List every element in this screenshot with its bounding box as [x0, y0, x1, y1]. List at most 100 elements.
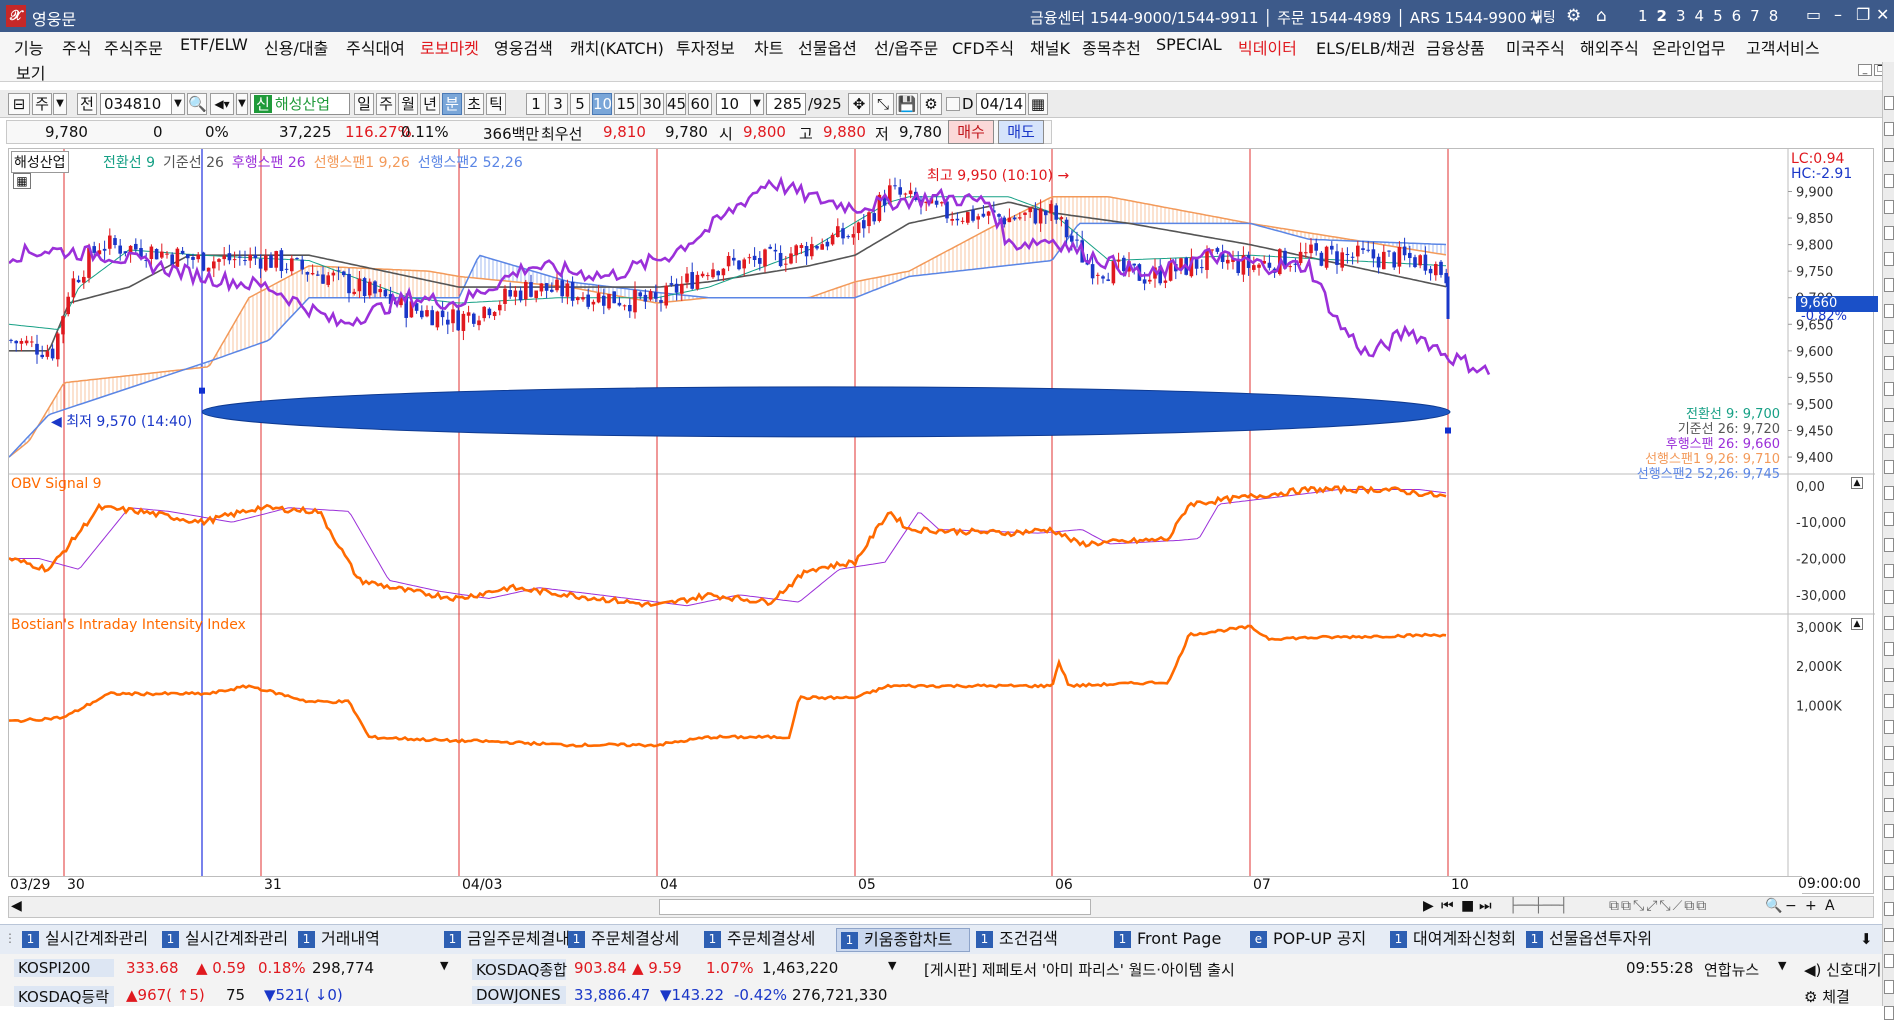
- layout-icon[interactable]: ⊟: [8, 93, 30, 115]
- side-tool-icon-14[interactable]: [1884, 460, 1894, 474]
- menu-item-17[interactable]: 빅데이터: [1238, 35, 1297, 59]
- side-tool-icon-15[interactable]: [1884, 486, 1894, 500]
- search-icon[interactable]: 🔍: [187, 93, 207, 115]
- window-tab-2[interactable]: 1 거래내역: [294, 928, 438, 952]
- menu-item-1[interactable]: 주식: [62, 35, 91, 59]
- period-button-6[interactable]: 틱: [486, 93, 506, 115]
- bii-close-icon[interactable]: ▲: [1851, 618, 1863, 630]
- type-all-button[interactable]: 전: [77, 93, 97, 115]
- menu-item-18[interactable]: ELS/ELB/채권: [1316, 35, 1415, 59]
- date-input[interactable]: 04/14: [976, 93, 1026, 115]
- menu-item-5[interactable]: 주식대여: [346, 35, 405, 59]
- menu-item-13[interactable]: CFD주식: [952, 35, 1014, 59]
- chart-scrollbar[interactable]: ◀ ▶ ⏮ ■ ⏭ ├──┼──┤ ⧉⧉⤡⤢⤡⟋⧉⧉ 🔍 − + A: [8, 896, 1874, 918]
- screen-number-8[interactable]: 8: [1769, 7, 1780, 25]
- menu-item-11[interactable]: 선물옵션: [798, 35, 857, 59]
- side-tool-icon-33[interactable]: [1884, 954, 1894, 968]
- interval-button-30[interactable]: 30: [640, 93, 664, 115]
- scroll-left-icon[interactable]: ◀: [11, 898, 22, 914]
- menu-item-21[interactable]: 해외주식: [1580, 35, 1639, 59]
- side-tool-icon-10[interactable]: [1884, 356, 1894, 370]
- news-dropdown-icon[interactable]: ▼: [1778, 959, 1786, 972]
- crosshair-icon[interactable]: ✥: [848, 93, 870, 115]
- save-icon[interactable]: 💾: [896, 93, 918, 115]
- side-tool-icon-21[interactable]: [1884, 642, 1894, 656]
- gear-icon[interactable]: ⚙: [1804, 988, 1817, 1006]
- side-tool-icon-16[interactable]: [1884, 512, 1894, 526]
- side-tool-icon-27[interactable]: [1884, 798, 1894, 812]
- screen-number-1[interactable]: 1: [1638, 7, 1649, 25]
- menu-item-0[interactable]: 기능: [14, 35, 43, 59]
- menu-item-6[interactable]: 로보마켓: [420, 35, 479, 59]
- screen-number-5[interactable]: 5: [1713, 7, 1724, 25]
- buy-button[interactable]: 매수: [948, 120, 994, 144]
- restore-icon[interactable]: ❐: [1856, 5, 1870, 24]
- stock-name-box[interactable]: 신 해성산업: [250, 93, 350, 115]
- drawing-tools-icon[interactable]: ⧉⧉⤡⤢⤡⟋⧉⧉: [1609, 898, 1708, 914]
- side-tool-icon-7[interactable]: [1884, 278, 1894, 292]
- menu-item-view[interactable]: 보기: [16, 60, 45, 84]
- chat-label[interactable]: 채팅: [1530, 7, 1556, 27]
- side-tool-icon-5[interactable]: [1884, 226, 1894, 240]
- last-page-icon[interactable]: ⏭: [1479, 898, 1492, 914]
- screen-number-2[interactable]: 2: [1657, 7, 1668, 25]
- side-tool-icon-19[interactable]: [1884, 590, 1894, 604]
- side-tool-icon-13[interactable]: [1884, 434, 1894, 448]
- side-tool-icon-32[interactable]: [1884, 928, 1894, 942]
- ticker-settings[interactable]: ⚙ 체결: [1804, 986, 1850, 1007]
- window-tab-9[interactable]: e POP-UP 공지: [1246, 928, 1384, 952]
- period-button-1[interactable]: 주: [376, 93, 396, 115]
- tabs-download-icon[interactable]: ⬇: [1860, 930, 1873, 948]
- settings-icon[interactable]: ⚙: [1566, 6, 1581, 26]
- window-tab-7[interactable]: 1 조건검색: [972, 928, 1108, 952]
- side-tool-icon-22[interactable]: [1884, 668, 1894, 682]
- menu-item-3[interactable]: ETF/ELW: [180, 35, 248, 54]
- zoom-in-icon[interactable]: +: [1805, 898, 1817, 914]
- window-tab-5[interactable]: 1 주문체결상세: [700, 928, 834, 952]
- side-tool-icon-25[interactable]: [1884, 746, 1894, 760]
- interval-button-3[interactable]: 3: [548, 93, 568, 115]
- chart-panel[interactable]: 9,9009,8509,8009,7509,7009,6509,6009,550…: [8, 148, 1878, 894]
- draw-tool-icon[interactable]: ⤡: [872, 93, 894, 115]
- data-count-input[interactable]: 285: [766, 93, 806, 115]
- menu-item-12[interactable]: 선/옵주문: [874, 35, 938, 59]
- minimize-icon[interactable]: –: [1834, 5, 1842, 24]
- menu-item-20[interactable]: 미국주식: [1506, 35, 1565, 59]
- window-tab-3[interactable]: 1 금일주문체결내: [440, 928, 570, 952]
- side-tool-icon-6[interactable]: [1884, 252, 1894, 266]
- text-tool-icon[interactable]: A: [1825, 898, 1835, 914]
- window-tab-0[interactable]: 1 실시간계좌관리: [18, 928, 156, 952]
- side-tool-icon-20[interactable]: [1884, 616, 1894, 630]
- speaker-dropdown-icon[interactable]: ▼: [236, 93, 248, 115]
- menu-item-15[interactable]: 종목추천: [1082, 35, 1141, 59]
- screen-number-4[interactable]: 4: [1695, 7, 1706, 25]
- side-tool-icon-17[interactable]: [1884, 538, 1894, 552]
- side-tool-icon-28[interactable]: [1884, 824, 1894, 838]
- side-tool-icon-26[interactable]: [1884, 772, 1894, 786]
- interval-button-45[interactable]: 45: [666, 93, 686, 115]
- side-tool-icon-31[interactable]: [1884, 902, 1894, 916]
- obv-close-icon[interactable]: ▲: [1851, 477, 1863, 489]
- side-tool-icon-30[interactable]: [1884, 876, 1894, 890]
- interval-button-1[interactable]: 1: [526, 93, 546, 115]
- side-tool-icon-8[interactable]: [1884, 304, 1894, 318]
- side-tool-icon-2[interactable]: [1884, 148, 1894, 162]
- side-tool-icon-12[interactable]: [1884, 408, 1894, 422]
- interval-button-60[interactable]: 60: [688, 93, 712, 115]
- side-tool-icon-1[interactable]: [1884, 122, 1894, 136]
- interval-button-10[interactable]: 10: [592, 93, 612, 115]
- interval-dropdown-icon[interactable]: ▼: [750, 93, 764, 115]
- kosdaq-dropdown-icon[interactable]: ▼: [888, 959, 896, 972]
- drawn-ellipse-object[interactable]: [201, 386, 1451, 438]
- window-list-icon[interactable]: ▭: [1806, 5, 1821, 24]
- window-tab-8[interactable]: 1 Front Page: [1110, 928, 1244, 952]
- call-center-info[interactable]: 금융센터 1544-9000/1544-9911 │ 주문 1544-4989 …: [1030, 7, 1541, 28]
- window-tab-1[interactable]: 1 실시간계좌관리: [158, 928, 292, 952]
- menu-item-19[interactable]: 금융상품: [1426, 35, 1485, 59]
- menu-item-9[interactable]: 투자정보: [676, 35, 735, 59]
- kospi200-dropdown-icon[interactable]: ▼: [440, 959, 448, 972]
- close-icon[interactable]: ✕: [1876, 5, 1889, 24]
- window-tab-4[interactable]: 1 주문체결상세: [564, 928, 698, 952]
- menu-item-22[interactable]: 온라인업무: [1652, 35, 1726, 59]
- scroll-thumb[interactable]: [659, 899, 1091, 915]
